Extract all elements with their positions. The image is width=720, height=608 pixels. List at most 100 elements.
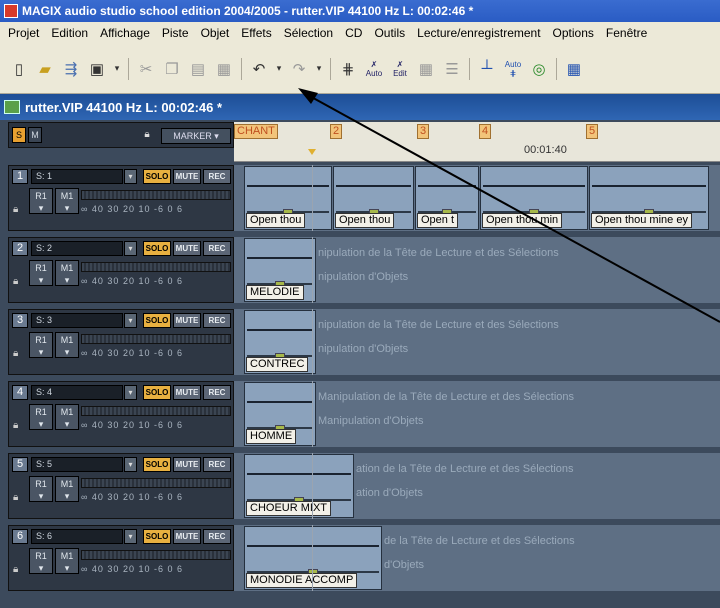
r1-button[interactable]: R1 ▾ [29,332,53,358]
r1-button[interactable]: R1 ▾ [29,548,53,574]
track-lock-icon[interactable]: 🔒︎ [13,564,25,576]
solo-button[interactable]: SOLO [143,457,171,472]
solo-button[interactable]: SOLO [143,313,171,328]
save-icon[interactable]: ▣ [84,56,110,82]
track-lane[interactable]: MONODIE ACCOMP de la Tête de Lecture et d… [234,525,720,591]
volume-meter[interactable] [81,262,231,272]
import-icon[interactable]: ⇶ [58,56,84,82]
track-lock-icon[interactable]: 🔒︎ [13,420,25,432]
mute-button[interactable]: MUTE [173,529,201,544]
marker-5[interactable]: 5 [586,124,598,139]
track-dropdown-icon[interactable]: ▾ [124,385,137,400]
paste-icon[interactable]: ▤ [185,56,211,82]
snap-icon[interactable]: ⋕ [335,56,361,82]
redo-dropdown-icon[interactable]: ▾ [312,56,326,82]
audio-clip[interactable]: CONTREC [244,310,316,374]
track-lane[interactable]: Open thou Open thou Open t Open thou min Ope… [234,165,720,231]
mute-button[interactable]: MUTE [173,241,201,256]
track-number[interactable]: 6 [12,529,28,544]
r1-button[interactable]: R1 ▾ [29,188,53,214]
undo-icon[interactable]: ↶ [246,56,272,82]
volume-meter[interactable] [81,406,231,416]
auto-cut-icon[interactable]: ✗ Auto [361,56,387,82]
cut-icon[interactable]: ✂ [133,56,159,82]
track-number[interactable]: 3 [12,313,28,328]
track-lane[interactable]: MELODIE nipulation de la Tête de Lecture … [234,237,720,303]
track-name-field[interactable]: S: 4 [31,385,123,400]
track-number[interactable]: 2 [12,241,28,256]
marker-add-icon[interactable]: ┴ [474,56,500,82]
track-name-field[interactable]: S: 6 [31,529,123,544]
solo-button[interactable]: SOLO [143,529,171,544]
m1-button[interactable]: M1 ▾ [55,188,79,214]
track-number[interactable]: 1 [12,169,28,184]
mute-button[interactable]: MUTE [173,313,201,328]
audio-clip[interactable]: Open thou [244,166,332,230]
menu-lecture[interactable]: Lecture/enregistrement [411,26,546,40]
mute-button[interactable]: MUTE [173,169,201,184]
r1-button[interactable]: R1 ▾ [29,260,53,286]
playhead-marker-icon[interactable] [308,149,316,155]
audio-clip[interactable]: Open t [415,166,479,230]
grid-icon[interactable]: ▦ [413,56,439,82]
volume-meter[interactable] [81,190,231,200]
track-lock-icon[interactable]: 🔒︎ [13,492,25,504]
delete-icon[interactable]: ▦ [211,56,237,82]
audio-clip[interactable]: Open thou [333,166,414,230]
copy-icon[interactable]: ❐ [159,56,185,82]
mute-button[interactable]: MUTE [173,385,201,400]
undo-dropdown-icon[interactable]: ▾ [272,56,286,82]
track-name-field[interactable]: S: 3 [31,313,123,328]
rec-button[interactable]: REC [203,457,231,472]
track-lane[interactable]: CONTREC nipulation de la Tête de Lecture … [234,309,720,375]
m1-button[interactable]: M1 ▾ [55,476,79,502]
lock-icon[interactable]: 🔒︎ [140,129,154,141]
track-lane[interactable]: HOMME Manipulation de la Tête de Lecture … [234,381,720,447]
audio-clip[interactable]: HOMME [244,382,316,446]
menu-projet[interactable]: Projet [2,26,45,40]
audio-clip[interactable]: CHOEUR MIXT [244,454,354,518]
volume-meter[interactable] [81,550,231,560]
audio-clip[interactable]: MELODIE [244,238,316,302]
solo-button[interactable]: SOLO [143,385,171,400]
solo-button[interactable]: SOLO [143,169,171,184]
r1-button[interactable]: R1 ▾ [29,404,53,430]
rec-button[interactable]: REC [203,169,231,184]
track-name-field[interactable]: S: 1 [31,169,123,184]
track-name-field[interactable]: S: 5 [31,457,123,472]
dropdown-icon[interactable]: ▾ [110,56,124,82]
marker-4[interactable]: 4 [479,124,491,139]
track-dropdown-icon[interactable]: ▾ [124,169,137,184]
m1-button[interactable]: M1 ▾ [55,332,79,358]
menu-outils[interactable]: Outils [368,26,411,40]
new-file-icon[interactable]: ▯ [6,56,32,82]
menu-effets[interactable]: Effets [235,26,277,40]
audio-clip[interactable]: Open thou min [480,166,588,230]
mute-button[interactable]: MUTE [173,457,201,472]
menu-edition[interactable]: Edition [45,26,94,40]
m1-button[interactable]: M1 ▾ [55,404,79,430]
track-dropdown-icon[interactable]: ▾ [124,241,137,256]
m1-button[interactable]: M1 ▾ [55,548,79,574]
audio-clip[interactable]: Open thou mine ey [589,166,709,230]
marker-button[interactable]: MARKER ▾ [161,128,231,144]
track-lock-icon[interactable]: 🔒︎ [13,348,25,360]
open-folder-icon[interactable]: ▰ [32,56,58,82]
menu-selection[interactable]: Sélection [278,26,339,40]
volume-meter[interactable] [81,334,231,344]
track-lane[interactable]: CHOEUR MIXT ation de la Tête de Lecture e… [234,453,720,519]
rec-button[interactable]: REC [203,529,231,544]
redo-icon[interactable]: ↷ [286,56,312,82]
solo-button[interactable]: SOLO [143,241,171,256]
marker-chant[interactable]: CHANT [234,124,278,139]
track-number[interactable]: 5 [12,457,28,472]
menu-affichage[interactable]: Affichage [94,26,156,40]
track-dropdown-icon[interactable]: ▾ [124,529,137,544]
cd-icon[interactable]: ◎ [526,56,552,82]
extra-icon[interactable]: ▦ [561,56,587,82]
track-number[interactable]: 4 [12,385,28,400]
rec-button[interactable]: REC [203,241,231,256]
menu-objet[interactable]: Objet [195,26,236,40]
menu-options[interactable]: Options [547,26,600,40]
m1-button[interactable]: M1 ▾ [55,260,79,286]
